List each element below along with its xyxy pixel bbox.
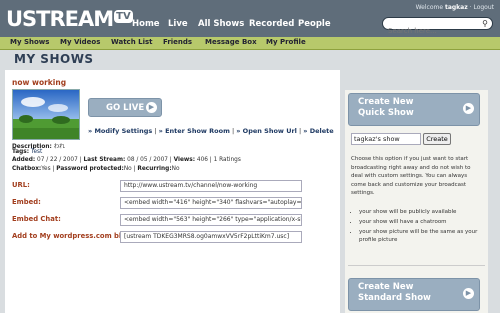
show-name-input[interactable]: tagkaz's show — [351, 133, 421, 145]
create-standard-show-button[interactable]: Create New Standard Show ▶ — [348, 278, 480, 311]
nav-recorded[interactable]: Recorded — [249, 19, 294, 29]
wordpress-label: Add to My wordpress.com blog: — [12, 232, 134, 240]
quick-show-line1: Create New — [358, 97, 414, 107]
description-value: われ — [53, 144, 65, 150]
last-stream-value: 08 / 05 / 2007 — [127, 157, 168, 163]
sub-nav: My Shows My Videos Watch List Friends Me… — [0, 37, 500, 50]
nav-all-shows[interactable]: All Shows — [198, 19, 244, 29]
search-input[interactable] — [388, 25, 478, 37]
create-show-sidebar: Create New Quick Show ▶ tagkaz's show Cr… — [345, 90, 488, 313]
top-bar: USTREAM TV Home Live All Shows Recorded … — [0, 0, 500, 37]
url-field[interactable]: http://www.ustream.tv/channel/now-workin… — [120, 180, 302, 192]
nav-live[interactable]: Live — [168, 19, 188, 29]
added-label: Added: — [12, 157, 36, 163]
password-value: No — [123, 166, 132, 172]
subnav-my-videos[interactable]: My Videos — [60, 38, 100, 46]
standard-show-line1: Create New — [358, 282, 414, 292]
feature-item: your show picture will be the same as yo… — [359, 228, 490, 244]
create-quick-show-button[interactable]: Create New Quick Show ▶ — [348, 93, 480, 126]
ratings-value: 1 Ratings — [213, 157, 241, 163]
settings-row: Chatbox:Yes | Password protected:No | Re… — [12, 166, 180, 172]
show-actions: » Modify Settings | » Enter Show Room | … — [88, 127, 334, 135]
quick-show-line2: Quick Show — [358, 108, 414, 118]
subnav-message-box[interactable]: Message Box — [205, 38, 257, 46]
arrow-right-icon: ▶ — [463, 103, 474, 114]
chatbox-label: Chatbox: — [12, 166, 42, 172]
modify-settings-link[interactable]: » Modify Settings — [88, 127, 152, 135]
embed-chat-row: Embed Chat: <embed width="563" height="2… — [12, 214, 312, 226]
url-label: URL: — [12, 181, 30, 189]
tag-link[interactable]: Test — [31, 149, 42, 155]
subnav-my-profile[interactable]: My Profile — [266, 38, 306, 46]
added-value: 07 / 22 / 2007 — [37, 157, 78, 163]
password-label: Password protected: — [56, 166, 124, 172]
nav-home[interactable]: Home — [132, 19, 160, 29]
search-icon[interactable]: ⚲ — [482, 19, 488, 28]
embed-row: Embed: <embed width="416" height="340" f… — [12, 197, 312, 209]
chatbox-value: Yes — [41, 166, 51, 172]
create-button[interactable]: Create — [423, 133, 451, 145]
username[interactable]: tagkaz — [445, 4, 468, 11]
standard-show-line2: Standard Show — [358, 293, 431, 303]
embed-label: Embed: — [12, 198, 41, 206]
divider — [348, 265, 485, 266]
go-live-button[interactable]: GO LIVE ▶ — [88, 98, 162, 117]
enter-show-room-link[interactable]: » Enter Show Room — [159, 127, 230, 135]
recurring-label: Recurring: — [137, 166, 172, 172]
feature-item: your show will have a chatroom — [359, 218, 490, 226]
thumbnail-image — [13, 90, 79, 139]
subnav-watch-list[interactable]: Watch List — [111, 38, 152, 46]
welcome-text: Welcome tagkaz · Logout — [415, 4, 494, 11]
delete-show-link[interactable]: » Delete — [303, 127, 333, 135]
go-live-label: GO LIVE — [106, 103, 145, 113]
embed-chat-field[interactable]: <embed width="563" height="266" type="ap… — [120, 214, 302, 226]
open-show-url-link[interactable]: » Open Show Url — [236, 127, 297, 135]
views-label: Views: — [173, 157, 196, 163]
nav-people[interactable]: People — [298, 19, 331, 29]
embed-field[interactable]: <embed width="416" height="340" flashvar… — [120, 197, 302, 209]
url-row: URL: http://www.ustream.tv/channel/now-w… — [12, 180, 312, 192]
tags-label: Tags: — [12, 149, 30, 155]
logout-link[interactable]: Logout — [473, 4, 494, 11]
ustream-logo[interactable]: USTREAM TV — [6, 6, 133, 32]
last-stream-label: Last Stream: — [83, 157, 126, 163]
tags-row: Tags: Test — [12, 149, 42, 155]
wordpress-row: Add to My wordpress.com blog: [ustream T… — [12, 231, 312, 243]
welcome-prefix: Welcome — [415, 4, 444, 11]
subnav-friends[interactable]: Friends — [163, 38, 192, 46]
stats-row: Added: 07 / 22 / 2007 | Last Stream: 08 … — [12, 157, 241, 163]
logo-tv-badge: TV — [114, 9, 133, 23]
arrow-right-icon: ▶ — [146, 102, 157, 113]
views-value: 406 — [196, 157, 208, 163]
feature-item: your show will be publicly available — [359, 208, 490, 216]
show-thumbnail[interactable] — [12, 89, 80, 140]
show-panel: now working GO LIVE ▶ » Modify Settings … — [5, 70, 340, 313]
show-title[interactable]: now working — [12, 78, 66, 87]
arrow-right-icon: ▶ — [463, 288, 474, 299]
subnav-my-shows[interactable]: My Shows — [10, 38, 49, 46]
quick-show-description: Choose this option if you just want to s… — [351, 156, 471, 196]
embed-chat-label: Embed Chat: — [12, 215, 61, 223]
quick-show-features: your show will be publicly available you… — [349, 208, 490, 246]
search-box: ⚲ — [382, 17, 493, 37]
page-title: MY SHOWS — [14, 52, 94, 66]
recurring-value: No — [171, 166, 180, 172]
wordpress-field[interactable]: [ustream TDKEG3MRS8.og0amwxVV5rF2pLttiKm… — [120, 231, 302, 243]
logo-text: USTREAM — [6, 7, 114, 31]
